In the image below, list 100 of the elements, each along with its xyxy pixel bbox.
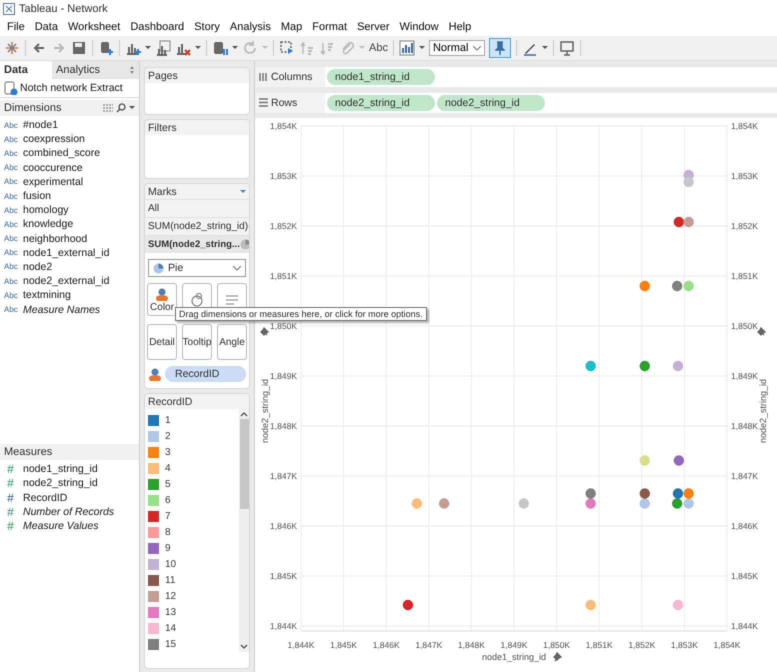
y-tick-label: 1,846K <box>270 521 297 531</box>
x-tick-label: 1,845K <box>330 640 358 650</box>
field-name[interactable]: Measure Values <box>23 520 98 532</box>
shelf-label: Columns <box>271 71 312 83</box>
tooltip-shelf-button[interactable]: Tooltip <box>182 324 212 360</box>
menu-item[interactable]: Worksheet <box>62 21 126 33</box>
y-tick-label: 1,851K <box>731 271 758 281</box>
marks-card-tab[interactable]: All <box>145 199 249 217</box>
field-name[interactable]: Measure Names <box>23 304 100 316</box>
type-label: # <box>6 518 15 533</box>
type-label: Abc <box>4 120 17 130</box>
y-axis-title: node2_string_id <box>260 378 270 444</box>
field-name[interactable]: neighborhood <box>23 232 88 245</box>
y-tick-label: 1,853K <box>731 171 758 181</box>
x-tick-label: 1,851K <box>586 640 613 650</box>
mark-type-dropdown[interactable]: Pie <box>148 259 246 277</box>
legend-label: 3 <box>165 446 171 458</box>
x-tick-label: 1,852K <box>628 640 656 650</box>
angle-shelf-button[interactable]: Angle <box>217 324 247 360</box>
y-tick-label: 1,847K <box>731 471 758 481</box>
menu-item[interactable]: Help <box>444 21 476 33</box>
legend-label: 7 <box>165 510 171 522</box>
type-label: Abc <box>4 177 17 186</box>
legend-label: 10 <box>165 558 176 570</box>
type-label: # <box>6 476 15 490</box>
field-pill[interactable]: node2_string_id <box>327 95 435 111</box>
field-name[interactable]: experimental <box>23 176 84 188</box>
y-tick-label: 1,844K <box>731 621 758 631</box>
field-name[interactable]: knowledge <box>23 218 74 230</box>
x-tick-label: 1,853K <box>670 640 698 650</box>
field-name[interactable]: node2_string_id <box>23 477 98 490</box>
y-tick-label: 1,850K <box>731 321 758 331</box>
field-name[interactable]: node2_external_id <box>23 275 110 288</box>
type-label: # <box>6 504 15 519</box>
y-tick-label: 1,851K <box>270 271 297 281</box>
field-name[interactable]: textmining <box>23 289 71 302</box>
y-tick-label: 1,852K <box>270 221 297 231</box>
field-pill[interactable]: node1_string_id <box>327 69 435 85</box>
y-tick-label: 1,846K <box>731 521 758 531</box>
show-labels-button[interactable]: Abc <box>369 42 388 54</box>
y-tick-label: 1,844K <box>270 621 297 631</box>
menu-item[interactable]: Analysis <box>224 21 276 33</box>
legend-label: 12 <box>165 590 176 602</box>
y-tick-label: 1,849K <box>270 371 297 381</box>
legend-label: 15 <box>165 638 176 650</box>
legend-label: 11 <box>165 574 176 586</box>
field-name[interactable]: combined_score <box>23 147 100 160</box>
x-tick-label: 1,847K <box>415 640 442 650</box>
legend-label: 9 <box>165 542 171 554</box>
legend-label: 5 <box>165 478 171 490</box>
field-name[interactable]: coexpression <box>23 133 85 146</box>
x-tick-label: 1,848K <box>458 640 485 650</box>
field-name[interactable]: #node1 <box>23 119 58 132</box>
menu-item[interactable]: Dashboard <box>125 21 190 33</box>
detail-shelf-button[interactable]: Detail <box>147 324 177 360</box>
y-tick-label: 1,852K <box>731 221 758 231</box>
type-label: Abc <box>4 220 17 229</box>
pane-tab[interactable]: Data <box>0 61 52 79</box>
x-axis-title: node1_string_id <box>482 652 546 662</box>
x-tick-label: 1,854K <box>714 640 740 650</box>
x-tick-label: 1,844K <box>288 640 314 650</box>
field-name[interactable]: homology <box>23 204 69 216</box>
menu-item[interactable]: Format <box>307 21 352 33</box>
y-tick-label: 1,854K <box>270 121 297 131</box>
type-label: Abc <box>4 206 17 215</box>
section-title: Dimensions <box>4 102 62 114</box>
field-name[interactable]: node2 <box>23 260 52 273</box>
menu-item[interactable]: Story <box>189 21 225 33</box>
field-name[interactable]: RecordID <box>23 492 68 504</box>
menu-item[interactable]: Data <box>30 21 63 33</box>
field-pill[interactable]: RecordID <box>165 366 246 382</box>
x-tick-label: 1,850K <box>543 640 570 650</box>
type-label: Abc <box>4 248 17 258</box>
menu-item[interactable]: Server <box>352 21 394 33</box>
type-label: # <box>6 490 15 505</box>
fit-dropdown[interactable]: Normal <box>428 40 485 56</box>
field-pill[interactable]: node2_string_id <box>437 95 545 111</box>
legend-label: 14 <box>165 622 176 634</box>
y-tick-label: 1,853K <box>270 171 297 181</box>
menu-item[interactable]: Window <box>394 21 444 33</box>
type-label: Abc <box>4 234 17 244</box>
marks-card-tab[interactable]: SUM(node2_string_id) <box>145 217 249 235</box>
marks-card-tab[interactable]: SUM(node2_string... <box>145 235 249 253</box>
type-label: Abc <box>4 163 17 172</box>
data-source-name[interactable]: Notch network Extract <box>20 82 123 94</box>
window-title: Tableau - Network <box>19 3 108 15</box>
legend-title: RecordID <box>148 396 192 408</box>
field-name[interactable]: fusion <box>23 190 52 202</box>
menu-item[interactable]: File <box>2 21 30 33</box>
card-title: Marks <box>148 186 177 198</box>
field-name[interactable]: node1_string_id <box>23 463 98 476</box>
field-name[interactable]: node1_external_id <box>23 246 110 259</box>
color-shelf-button[interactable]: Color <box>147 283 177 316</box>
y-tick-label: 1,845K <box>731 571 758 581</box>
field-name[interactable]: cooccurence <box>23 162 83 174</box>
y-axis-title: node2_string_id <box>758 378 768 444</box>
type-label: # <box>6 462 15 476</box>
field-name[interactable]: Number of Records <box>23 506 114 518</box>
menu-item[interactable]: Map <box>276 21 308 33</box>
y-tick-label: 1,849K <box>731 371 758 381</box>
